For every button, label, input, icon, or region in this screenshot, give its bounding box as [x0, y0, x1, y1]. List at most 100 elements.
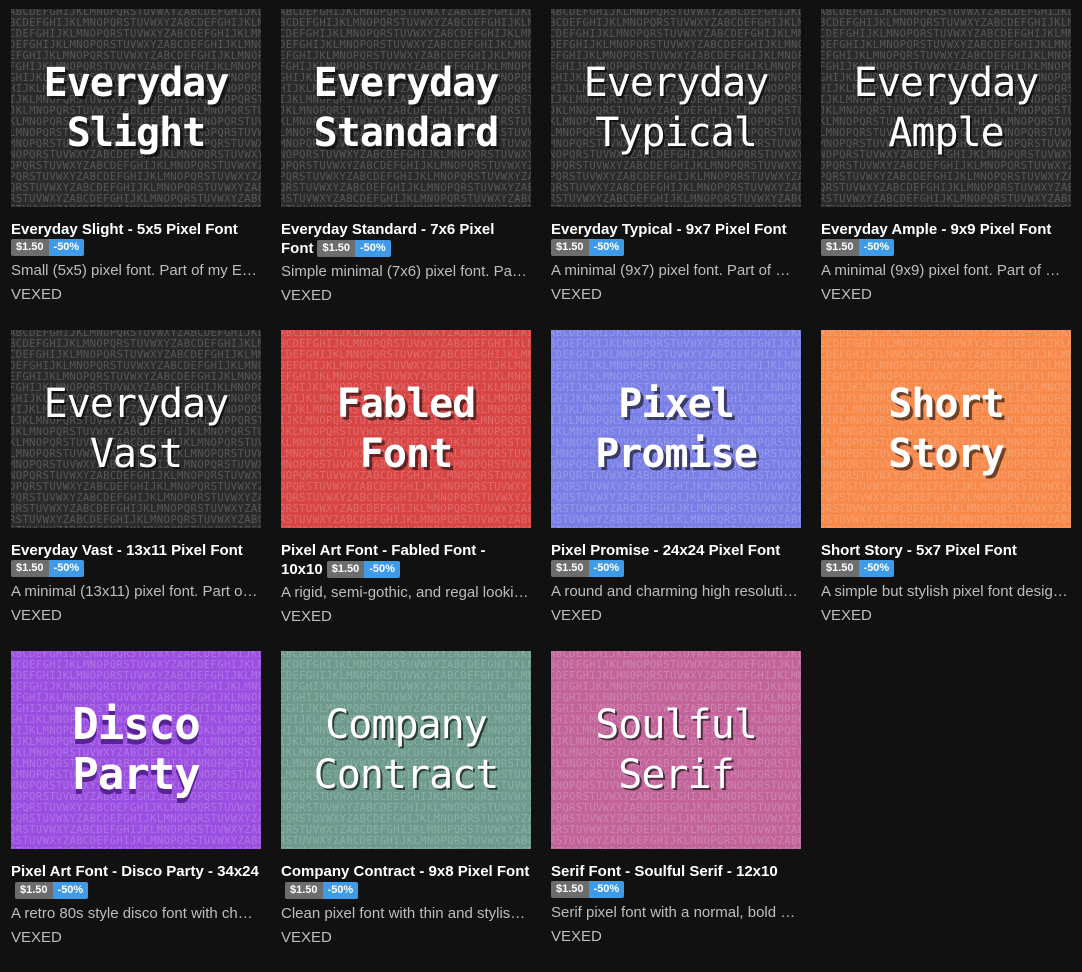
product-thumbnail[interactable]: ABCDEFGHIJKLMNOPQRSTUVWXYZABCDEFGHIJKLMN… — [281, 651, 531, 849]
thumbnail-line-2: Contract — [313, 752, 500, 798]
product-thumbnail[interactable]: ABCDEFGHIJKLMNOPQRSTUVWXYZABCDEFGHIJKLMN… — [11, 9, 261, 207]
product-description: Simple minimal (7x6) pixel font. Part of… — [281, 263, 531, 280]
product-description: Small (5x5) pixel font. Part of my Every… — [11, 262, 261, 279]
product-description: A simple but stylish pixel font designed… — [821, 583, 1071, 600]
product-card[interactable]: ABCDEFGHIJKLMNOPQRSTUVWXYZABCDEFGHIJKLMN… — [821, 9, 1071, 330]
product-thumbnail[interactable]: ABCDEFGHIJKLMNOPQRSTUVWXYZABCDEFGHIJKLMN… — [11, 651, 261, 849]
product-author[interactable]: VEXED — [11, 606, 261, 625]
product-grid: ABCDEFGHIJKLMNOPQRSTUVWXYZABCDEFGHIJKLMN… — [11, 9, 1071, 972]
price-badge: $1.50 -50% — [551, 560, 625, 577]
product-description: A retro 80s style disco font with chunky… — [11, 905, 261, 922]
product-card[interactable]: ABCDEFGHIJKLMNOPQRSTUVWXYZABCDEFGHIJKLMN… — [281, 9, 531, 330]
thumbnail-line-2: Slight — [66, 110, 206, 156]
price-amount: $1.50 — [551, 560, 589, 577]
product-card[interactable]: ABCDEFGHIJKLMNOPQRSTUVWXYZABCDEFGHIJKLMN… — [551, 651, 801, 972]
product-author[interactable]: VEXED — [551, 285, 801, 304]
product-description: Clean pixel font with thin and stylish l… — [281, 905, 531, 922]
product-title[interactable]: Pixel Art Font - Disco Party - 34x24 $1.5… — [11, 862, 261, 900]
product-author[interactable]: VEXED — [821, 606, 1071, 625]
product-title[interactable]: Company Contract - 9x8 Pixel Font $1.50 -5… — [281, 862, 531, 900]
product-card[interactable]: ABCDEFGHIJKLMNOPQRSTUVWXYZABCDEFGHIJKLMN… — [281, 651, 531, 972]
price-badge: $1.50 -50% — [285, 882, 359, 899]
product-thumbnail[interactable]: ABCDEFGHIJKLMNOPQRSTUVWXYZABCDEFGHIJKLMN… — [821, 330, 1071, 528]
product-author[interactable]: VEXED — [551, 606, 801, 625]
thumbnail-lettering: Company Contract — [281, 651, 531, 849]
price-amount: $1.50 — [821, 560, 859, 577]
discount-badge: -50% — [588, 881, 625, 898]
product-title[interactable]: Everyday Typical - 9x7 Pixel Font — [551, 220, 801, 239]
price-amount: $1.50 — [317, 240, 356, 257]
product-title-text[interactable]: Pixel Art Font - Disco Party - 34x24 — [11, 863, 259, 880]
thumbnail-line-1: Company — [325, 702, 488, 748]
thumbnail-line-1: Disco — [72, 699, 200, 750]
price-amount: $1.50 — [551, 239, 589, 256]
thumbnail-lettering: Everyday Standard — [281, 9, 531, 207]
product-author[interactable]: VEXED — [11, 928, 261, 947]
product-thumbnail[interactable]: ABCDEFGHIJKLMNOPQRSTUVWXYZABCDEFGHIJKLMN… — [11, 330, 261, 528]
product-title-text[interactable]: Everyday Slight - 5x5 Pixel Font — [11, 221, 238, 238]
product-title-text[interactable]: Everyday Typical - 9x7 Pixel Font — [551, 221, 787, 238]
product-description: Serif pixel font with a normal, bold and… — [551, 904, 801, 921]
product-card[interactable]: ABCDEFGHIJKLMNOPQRSTUVWXYZABCDEFGHIJKLMN… — [11, 9, 261, 330]
product-author[interactable]: VEXED — [821, 285, 1071, 304]
product-author[interactable]: VEXED — [551, 927, 801, 946]
price-badge: $1.50 -50% — [317, 240, 391, 257]
price-badge: $1.50 -50% — [15, 882, 89, 899]
product-description: A round and charming high resolution pix… — [551, 583, 801, 600]
discount-badge: -50% — [48, 560, 85, 577]
product-title-text[interactable]: Serif Font - Soulful Serif - 12x10 — [551, 863, 778, 880]
product-title-text[interactable]: Short Story - 5x7 Pixel Font — [821, 542, 1017, 559]
price-badge: $1.50 -50% — [821, 239, 895, 256]
product-title-text[interactable]: Pixel Promise - 24x24 Pixel Font — [551, 542, 780, 559]
product-title[interactable]: Everyday Ample - 9x9 Pixel Font — [821, 220, 1071, 239]
product-thumbnail[interactable]: ABCDEFGHIJKLMNOPQRSTUVWXYZABCDEFGHIJKLMN… — [551, 330, 801, 528]
thumbnail-lettering: Short Story — [821, 330, 1071, 528]
product-title[interactable]: Everyday Vast - 13x11 Pixel Font — [11, 541, 261, 560]
product-title[interactable]: Everyday Slight - 5x5 Pixel Font — [11, 220, 261, 239]
thumbnail-line-1: Short — [888, 381, 1004, 427]
price-amount: $1.50 — [821, 239, 859, 256]
product-card[interactable]: ABCDEFGHIJKLMNOPQRSTUVWXYZABCDEFGHIJKLMN… — [11, 330, 261, 651]
thumbnail-line-1: Everyday — [43, 381, 230, 427]
thumbnail-line-2: Standard — [313, 110, 500, 156]
price-amount: $1.50 — [11, 560, 49, 577]
discount-badge: -50% — [364, 561, 400, 578]
product-thumbnail[interactable]: ABCDEFGHIJKLMNOPQRSTUVWXYZABCDEFGHIJKLMN… — [281, 9, 531, 207]
thumbnail-line-1: Pixel — [618, 381, 734, 427]
product-description: A rigid, semi-gothic, and regal looking … — [281, 584, 531, 601]
product-thumbnail[interactable]: ABCDEFGHIJKLMNOPQRSTUVWXYZABCDEFGHIJKLMN… — [551, 651, 801, 849]
product-title[interactable]: Pixel Art Font - Fabled Font - 10x10 $1.5… — [281, 541, 531, 579]
product-title-text[interactable]: Everyday Ample - 9x9 Pixel Font — [821, 221, 1051, 238]
product-title[interactable]: Pixel Promise - 24x24 Pixel Font — [551, 541, 801, 560]
product-author[interactable]: VEXED — [281, 607, 531, 626]
product-title-text[interactable]: Company Contract - 9x8 Pixel Font — [281, 863, 529, 880]
thumbnail-lettering: Disco Party — [11, 651, 261, 849]
discount-badge: -50% — [858, 560, 895, 577]
product-title-text[interactable]: Everyday Vast - 13x11 Pixel Font — [11, 542, 243, 559]
product-thumbnail[interactable]: ABCDEFGHIJKLMNOPQRSTUVWXYZABCDEFGHIJKLMN… — [281, 330, 531, 528]
product-card[interactable]: ABCDEFGHIJKLMNOPQRSTUVWXYZABCDEFGHIJKLMN… — [11, 651, 261, 972]
product-author[interactable]: VEXED — [281, 928, 531, 947]
product-card[interactable]: ABCDEFGHIJKLMNOPQRSTUVWXYZABCDEFGHIJKLMN… — [281, 330, 531, 651]
price-badge: $1.50 -50% — [551, 881, 625, 898]
product-thumbnail[interactable]: ABCDEFGHIJKLMNOPQRSTUVWXYZABCDEFGHIJKLMN… — [821, 9, 1071, 207]
discount-badge: -50% — [52, 882, 89, 899]
product-description: A minimal (13x11) pixel font. Part of my… — [11, 583, 261, 600]
product-thumbnail[interactable]: ABCDEFGHIJKLMNOPQRSTUVWXYZABCDEFGHIJKLMN… — [551, 9, 801, 207]
product-description: A minimal (9x9) pixel font. Part of my E… — [821, 262, 1071, 279]
thumbnail-line-1: Everyday — [853, 60, 1040, 106]
product-card[interactable]: ABCDEFGHIJKLMNOPQRSTUVWXYZABCDEFGHIJKLMN… — [551, 9, 801, 330]
product-title[interactable]: Everyday Standard - 7x6 Pixel Font $1.50-… — [281, 220, 531, 258]
product-author[interactable]: VEXED — [11, 285, 261, 304]
product-card[interactable]: ABCDEFGHIJKLMNOPQRSTUVWXYZABCDEFGHIJKLMN… — [821, 330, 1071, 651]
product-card[interactable]: ABCDEFGHIJKLMNOPQRSTUVWXYZABCDEFGHIJKLMN… — [551, 330, 801, 651]
thumbnail-lettering: Soulful Serif — [551, 651, 801, 849]
product-author[interactable]: VEXED — [281, 286, 531, 305]
thumbnail-line-2: Promise — [595, 431, 758, 477]
price-badge: $1.50 -50% — [821, 560, 895, 577]
thumbnail-lettering: Fabled Font — [281, 330, 531, 528]
product-title[interactable]: Short Story - 5x7 Pixel Font — [821, 541, 1071, 560]
price-amount: $1.50 — [15, 882, 53, 899]
product-title[interactable]: Serif Font - Soulful Serif - 12x10 — [551, 862, 801, 881]
discount-badge: -50% — [588, 560, 625, 577]
